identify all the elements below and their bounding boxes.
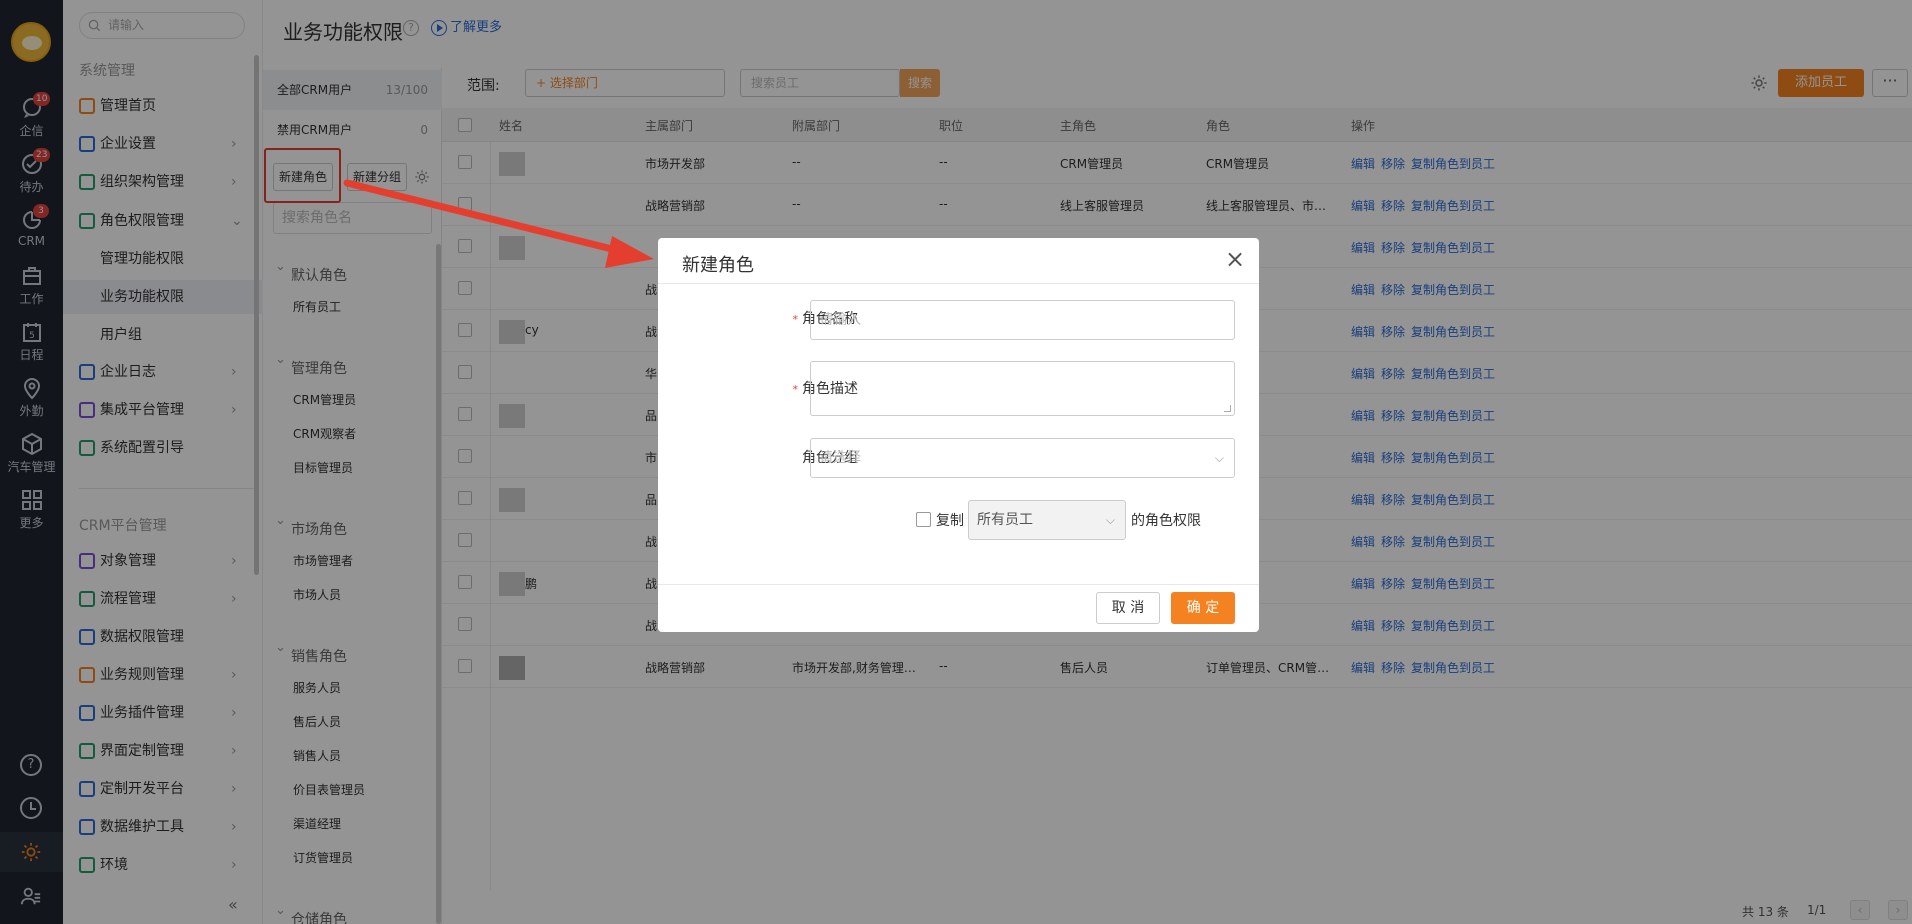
role-desc-textarea[interactable] — [810, 361, 1235, 416]
copy-checkbox[interactable] — [916, 512, 931, 527]
resize-handle-icon[interactable] — [1224, 405, 1231, 412]
dialog-title: 新建角色 — [682, 255, 754, 276]
new-role-dialog: 新建角色 × * 角色名称 请输入 * 角色描述 角色分组 请选择 ⌵ 复制 所有员工… — [658, 238, 1259, 632]
role-group-placeholder: 请选择 — [819, 450, 861, 466]
dialog-header-divider — [658, 283, 1259, 284]
dialog-footer-divider — [658, 584, 1259, 585]
cancel-button[interactable]: 取 消 — [1096, 592, 1160, 624]
role-group-select[interactable]: 请选择 ⌵ — [810, 438, 1235, 478]
copy-source-value: 所有员工 — [977, 512, 1033, 528]
chevron-down-icon: ⌵ — [1105, 513, 1115, 527]
required-mark: * — [792, 313, 799, 326]
close-icon[interactable]: × — [1222, 246, 1248, 272]
role-name-input[interactable]: 请输入 — [810, 300, 1235, 340]
confirm-button[interactable]: 确 定 — [1171, 592, 1235, 624]
required-mark: * — [792, 383, 799, 396]
chevron-down-icon: ⌵ — [1214, 451, 1224, 465]
copy-source-select[interactable]: 所有员工 ⌵ — [968, 500, 1126, 540]
copy-label: 复制 — [936, 513, 964, 529]
copy-suffix-label: 的角色权限 — [1131, 513, 1201, 529]
